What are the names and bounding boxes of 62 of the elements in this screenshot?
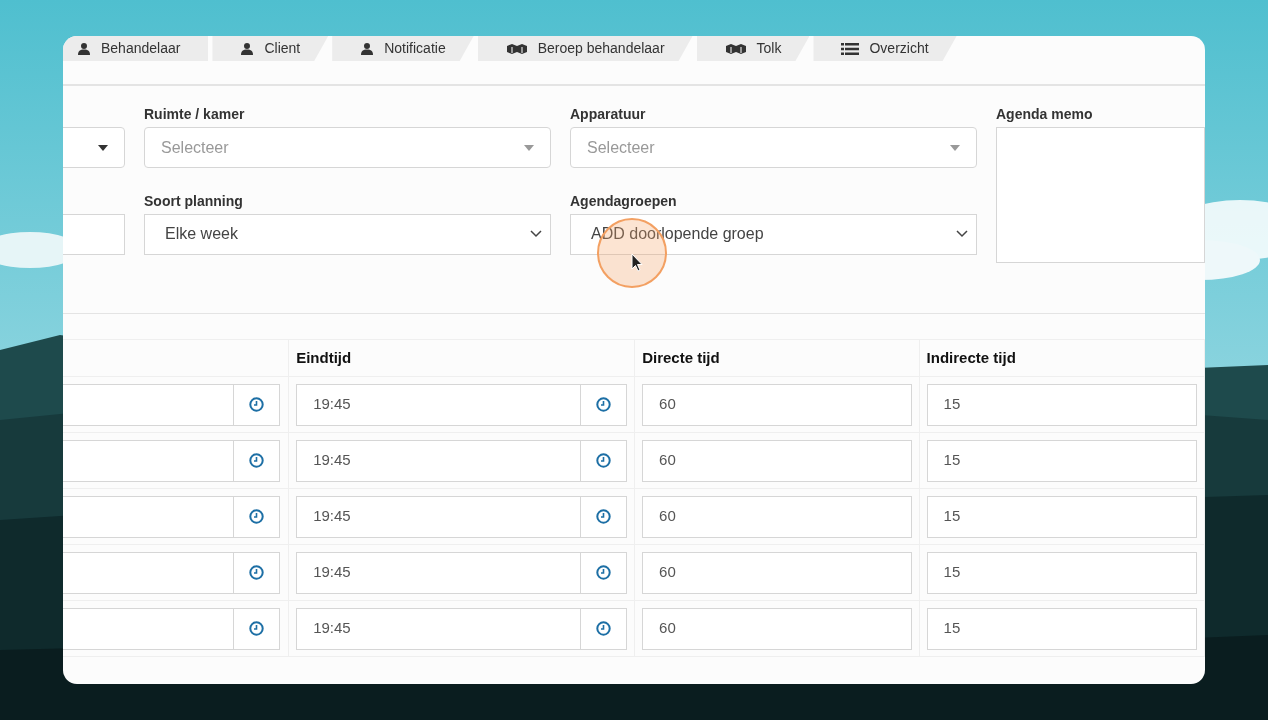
clock-button[interactable] [234,383,281,426]
number-field[interactable]: 60 [642,495,912,538]
clock-icon [249,397,265,412]
caret-icon [950,144,960,151]
clock-button[interactable] [581,495,628,538]
clock-icon [249,621,265,636]
number-field[interactable]: 60 [642,439,912,482]
caret-icon [524,144,534,151]
clock-icon [596,621,612,636]
number-field[interactable]: 15 [926,495,1197,538]
cubes-icon [724,42,747,55]
clock-button[interactable] [581,551,628,594]
field-label: Apparatuur [570,106,646,122]
field-label: Ruimte / kamer [144,106,245,122]
user-icon [360,42,375,55]
time-field[interactable]: 19:45 [296,495,582,538]
field-label: Soort planning [144,192,243,209]
clock-icon [249,565,265,580]
clock-icon [249,509,265,524]
number-field[interactable]: 15 [926,383,1197,426]
tab[interactable]: Beroep behandelaar [477,36,693,61]
clock-button[interactable] [234,551,281,594]
tab[interactable]: Overzicht [813,36,957,61]
clock-button[interactable] [581,607,628,650]
clock-button[interactable] [581,383,628,426]
number-field[interactable]: 15 [926,607,1197,650]
clock-icon [249,453,265,468]
number-field[interactable]: 15 [926,551,1197,594]
chevron-icon [530,230,542,238]
user-icon [240,42,255,55]
clock-icon [596,509,612,524]
clock-icon [596,565,612,580]
user-icon [77,42,91,55]
select-field[interactable]: Elke week [144,213,551,255]
field-label: Agendagroepen [570,192,677,209]
column-header: Indirecte tijd [926,347,1016,368]
clock-button[interactable] [234,495,281,538]
number-field[interactable]: 60 [642,551,912,594]
clock-button[interactable] [581,439,628,482]
clock-button[interactable] [234,607,281,650]
column-header: Eindtijd [296,347,352,368]
tab[interactable]: Tolk [696,36,810,61]
number-field[interactable]: 15 [926,439,1197,482]
tab[interactable]: Notificatie [332,36,474,61]
cursor-icon [631,253,643,272]
caret-icon [98,144,108,151]
number-field[interactable]: 60 [642,607,912,650]
time-field[interactable]: 19:45 [296,607,582,650]
clock-icon [596,397,612,412]
time-field[interactable]: 19:45 [296,439,582,482]
list-icon [841,42,860,55]
time-field[interactable]: 19:45 [296,383,582,426]
field-label: Agenda memo [996,106,1093,122]
cubes-icon [505,42,528,55]
number-field[interactable]: 60 [642,383,912,426]
tab[interactable]: Behandelaar [63,36,209,61]
clock-button[interactable] [234,439,281,482]
tab[interactable]: Client [212,36,329,61]
column-header: Directe tijd [642,347,720,368]
chevron-icon [956,230,968,238]
clock-icon [596,453,612,468]
time-field[interactable]: 19:45 [296,551,582,594]
